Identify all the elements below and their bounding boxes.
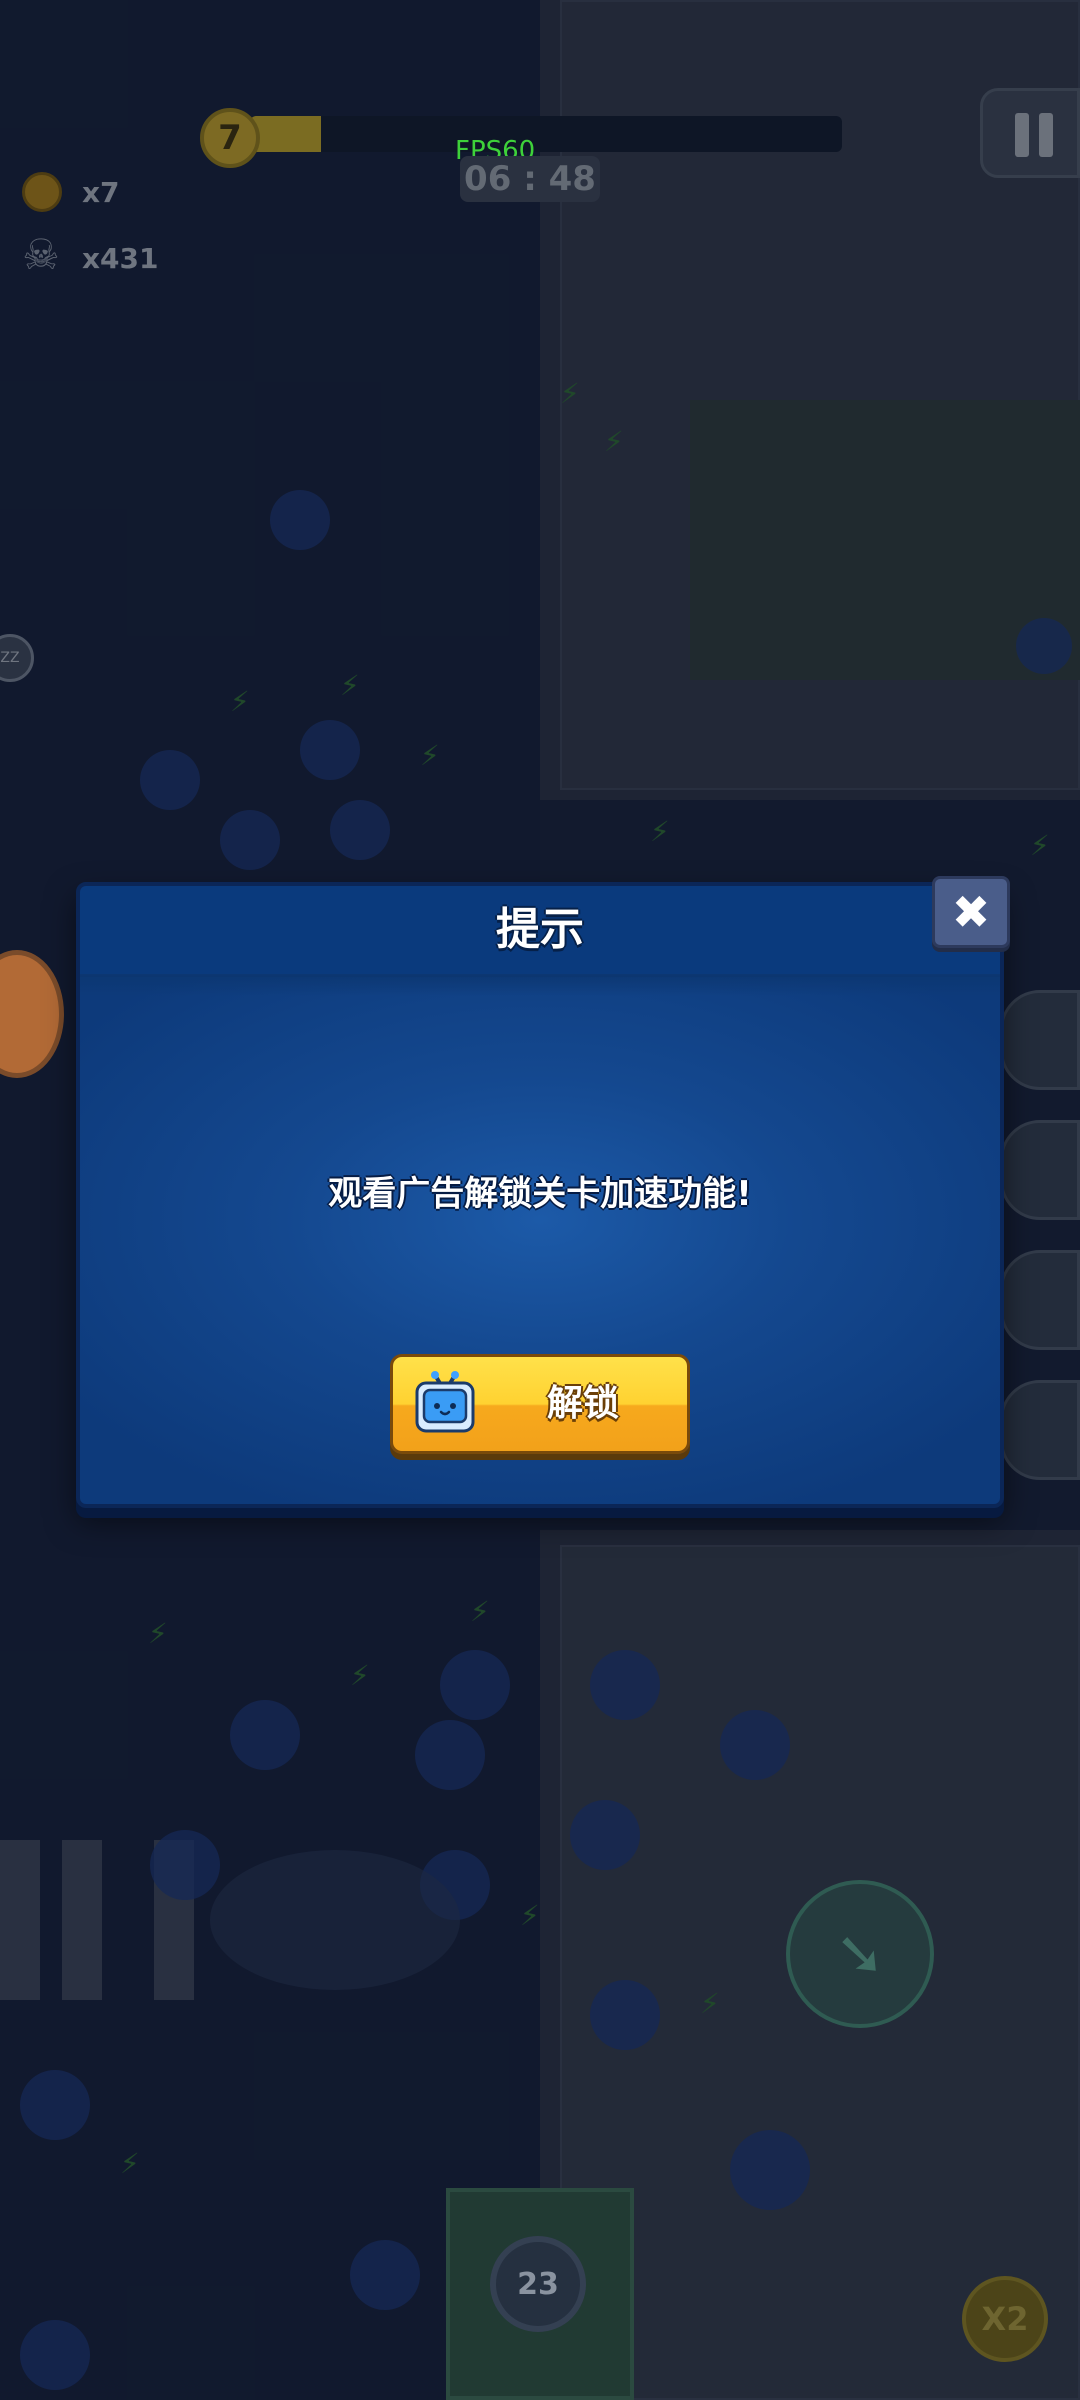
speed-x2-button[interactable]: X2 xyxy=(962,2276,1048,2362)
xp-progress-fill xyxy=(250,116,322,152)
skill-card-count: 23 xyxy=(490,2236,586,2332)
skull-icon: ☠ xyxy=(22,230,60,279)
kill-count: x431 xyxy=(82,242,159,275)
xp-progress-bar xyxy=(250,116,842,152)
unlock-label: 解锁 xyxy=(546,1383,619,1424)
pause-button[interactable] xyxy=(980,88,1080,178)
skill-slot[interactable] xyxy=(1000,1380,1080,1480)
close-icon: ✖ xyxy=(951,885,991,939)
unlock-button[interactable]: 解锁 xyxy=(390,1354,690,1454)
level-badge: 7 xyxy=(200,108,260,168)
close-button[interactable]: ✖ xyxy=(932,876,1010,948)
skill-slot[interactable] xyxy=(1000,1120,1080,1220)
dash-button[interactable]: ➘ xyxy=(786,1880,934,2028)
skill-slot[interactable] xyxy=(1000,1250,1080,1350)
skill-slot[interactable] xyxy=(1000,990,1080,1090)
tv-icon xyxy=(415,1371,475,1433)
dialog-message: 观看广告解锁关卡加速功能! xyxy=(328,1174,752,1214)
dialog-title: 提示 xyxy=(496,904,584,955)
game-timer: 06 : 48 xyxy=(460,156,600,202)
coin-count: x7 xyxy=(82,176,120,209)
coin-icon xyxy=(22,172,62,212)
